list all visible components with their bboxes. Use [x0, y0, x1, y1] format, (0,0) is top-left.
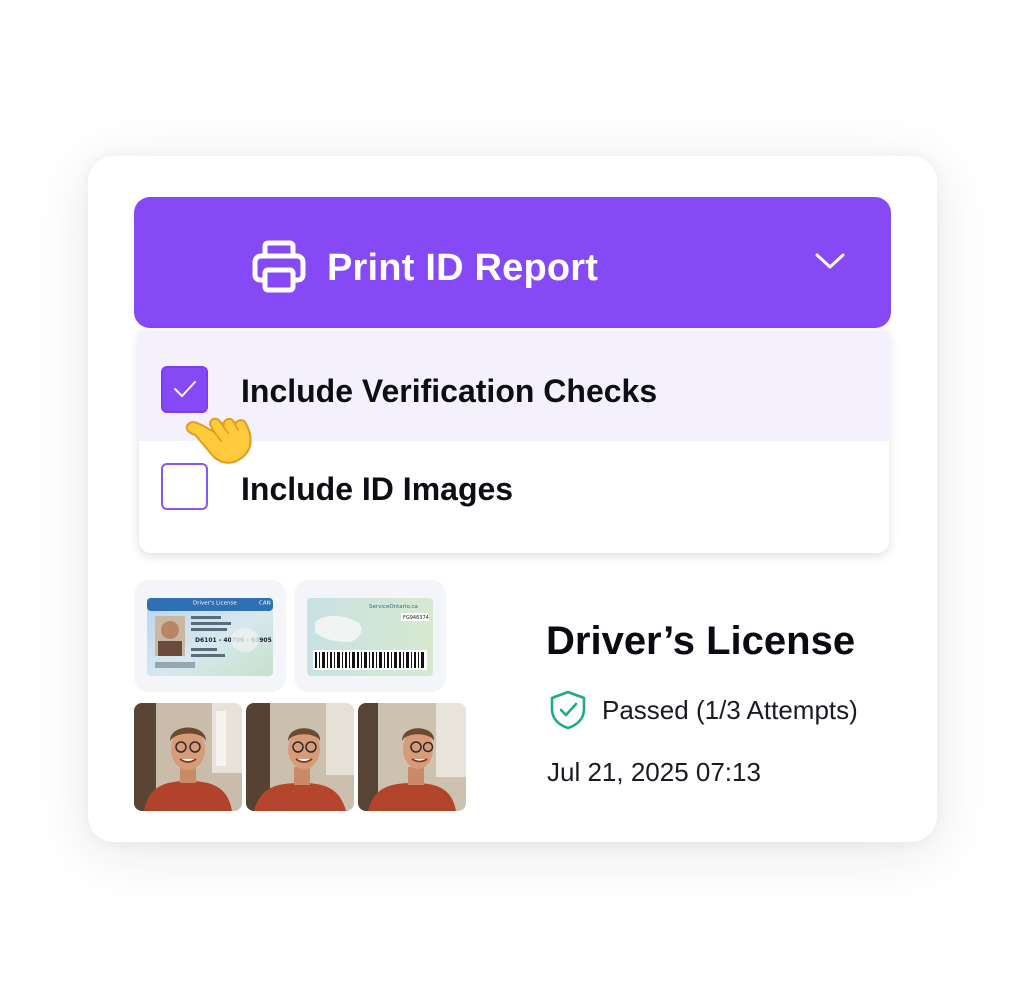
status-text: Passed (1/3 Attempts)	[602, 695, 858, 725]
card-header-text: Driver's License	[193, 601, 237, 607]
option-label: Include ID Images	[241, 471, 514, 507]
printer-icon	[252, 240, 306, 293]
card-country-text: CAN	[259, 601, 271, 607]
id-card-back-thumbnail[interactable]: ServiceOntario.ca FG946374	[294, 580, 446, 692]
selfie-image	[134, 703, 242, 811]
checkmark-icon	[174, 381, 196, 397]
selfie-photo-3[interactable]	[358, 703, 466, 811]
id-card-front-image: Driver's License CAN D6101 - 40706 - 609…	[147, 598, 273, 676]
shield-check-icon	[550, 690, 586, 730]
document-type-title: Driver’s License	[546, 619, 856, 663]
card-back-number-text: FG946374	[403, 615, 429, 621]
print-button-label: Print ID Report	[327, 247, 599, 289]
selfie-photo-2[interactable]	[246, 703, 354, 811]
selfie-photo-1[interactable]	[134, 703, 242, 811]
selfie-image	[358, 703, 466, 811]
chevron-down-icon[interactable]	[814, 250, 846, 272]
print-id-report-button[interactable]: Print ID Report	[134, 197, 891, 328]
id-card-back-image: ServiceOntario.ca FG946374	[307, 598, 433, 676]
verification-timestamp: Jul 21, 2025 07:13	[547, 757, 761, 787]
selfie-image	[246, 703, 354, 811]
id-card-front-thumbnail[interactable]: Driver's License CAN D6101 - 40706 - 609…	[134, 580, 286, 692]
option-label: Include Verification Checks	[241, 373, 658, 409]
pointing-hand-icon	[185, 417, 252, 464]
card-back-site-text: ServiceOntario.ca	[369, 604, 418, 610]
